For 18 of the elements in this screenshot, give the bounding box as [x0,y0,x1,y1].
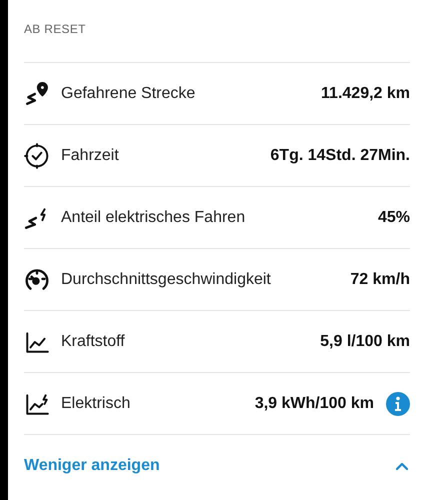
clock-icon [24,142,50,168]
toggle-link[interactable]: Weniger anzeigen [24,457,160,475]
row-value: 5,9 l/100 km [320,332,410,350]
row-label: Kraftstoff [61,332,126,350]
row-value: 11.429,2 km [321,84,410,102]
row-label: Elektrisch [61,394,132,412]
row-label: Anteil elektrisches Fahren [61,208,246,226]
row-value: 6Tg. 14Std. 27Min. [270,146,410,164]
row-label: Fahrzeit [61,146,120,164]
row-label: Gefahrene Strecke [61,84,196,102]
row-value: 3,9 kWh/100 km [254,394,374,412]
section-title: AB RESET [24,22,86,36]
row-value: 45% [378,208,410,226]
speedometer-icon [24,266,50,292]
row-label: Durchschnittsgeschwindigkeit [61,270,272,288]
row-value: 72 km/h [350,270,410,288]
route-pin-icon [24,80,50,106]
info-icon[interactable] [386,392,410,416]
